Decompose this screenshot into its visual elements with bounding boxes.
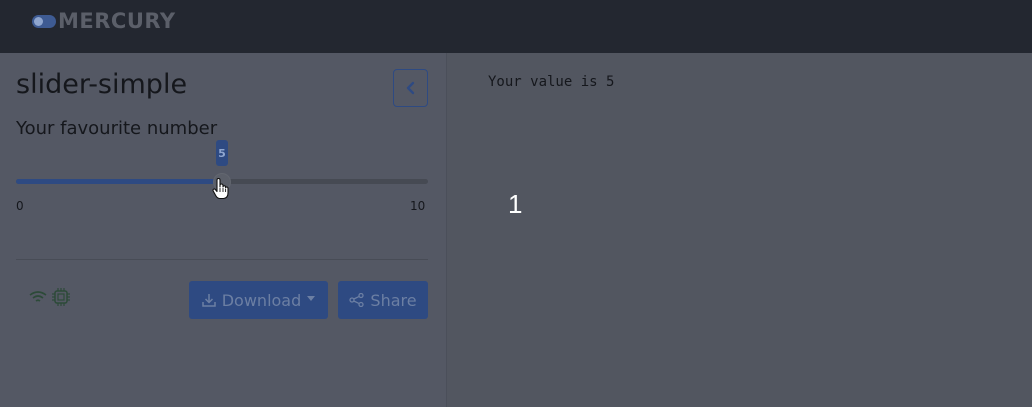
divider xyxy=(16,259,428,260)
sidebar: slider-simple Your favourite number 5 0 … xyxy=(0,53,447,407)
slider-fill xyxy=(16,179,222,184)
slider-max-label: 10 xyxy=(410,199,426,213)
download-icon xyxy=(201,294,216,307)
main-output-panel: Your value is 5 1 xyxy=(448,53,1032,407)
wifi-icon xyxy=(29,291,47,302)
cpu-icon xyxy=(52,288,70,306)
top-navbar: MERCURY xyxy=(0,0,1032,53)
slider-value-tooltip: 5 xyxy=(216,140,228,166)
status-icons xyxy=(29,287,71,307)
collapse-sidebar-button[interactable] xyxy=(393,69,428,107)
share-button[interactable]: Share xyxy=(338,281,428,319)
output-text: Your value is 5 xyxy=(488,74,615,90)
slider-label: Your favourite number xyxy=(16,118,218,139)
app-title: slider-simple xyxy=(16,69,188,100)
step-number: 1 xyxy=(508,189,523,219)
mercury-logo[interactable]: MERCURY xyxy=(32,9,176,33)
chevron-left-icon xyxy=(406,81,414,95)
download-button[interactable]: Download xyxy=(189,281,328,319)
caret-down-icon xyxy=(307,295,316,301)
hand-cursor-icon xyxy=(212,178,229,200)
logo-text: MERCURY xyxy=(58,9,176,33)
share-label: Share xyxy=(370,290,417,310)
share-icon xyxy=(349,293,365,307)
slider-min-label: 0 xyxy=(16,199,24,213)
toggle-icon xyxy=(32,14,56,28)
download-label: Download xyxy=(221,290,302,310)
